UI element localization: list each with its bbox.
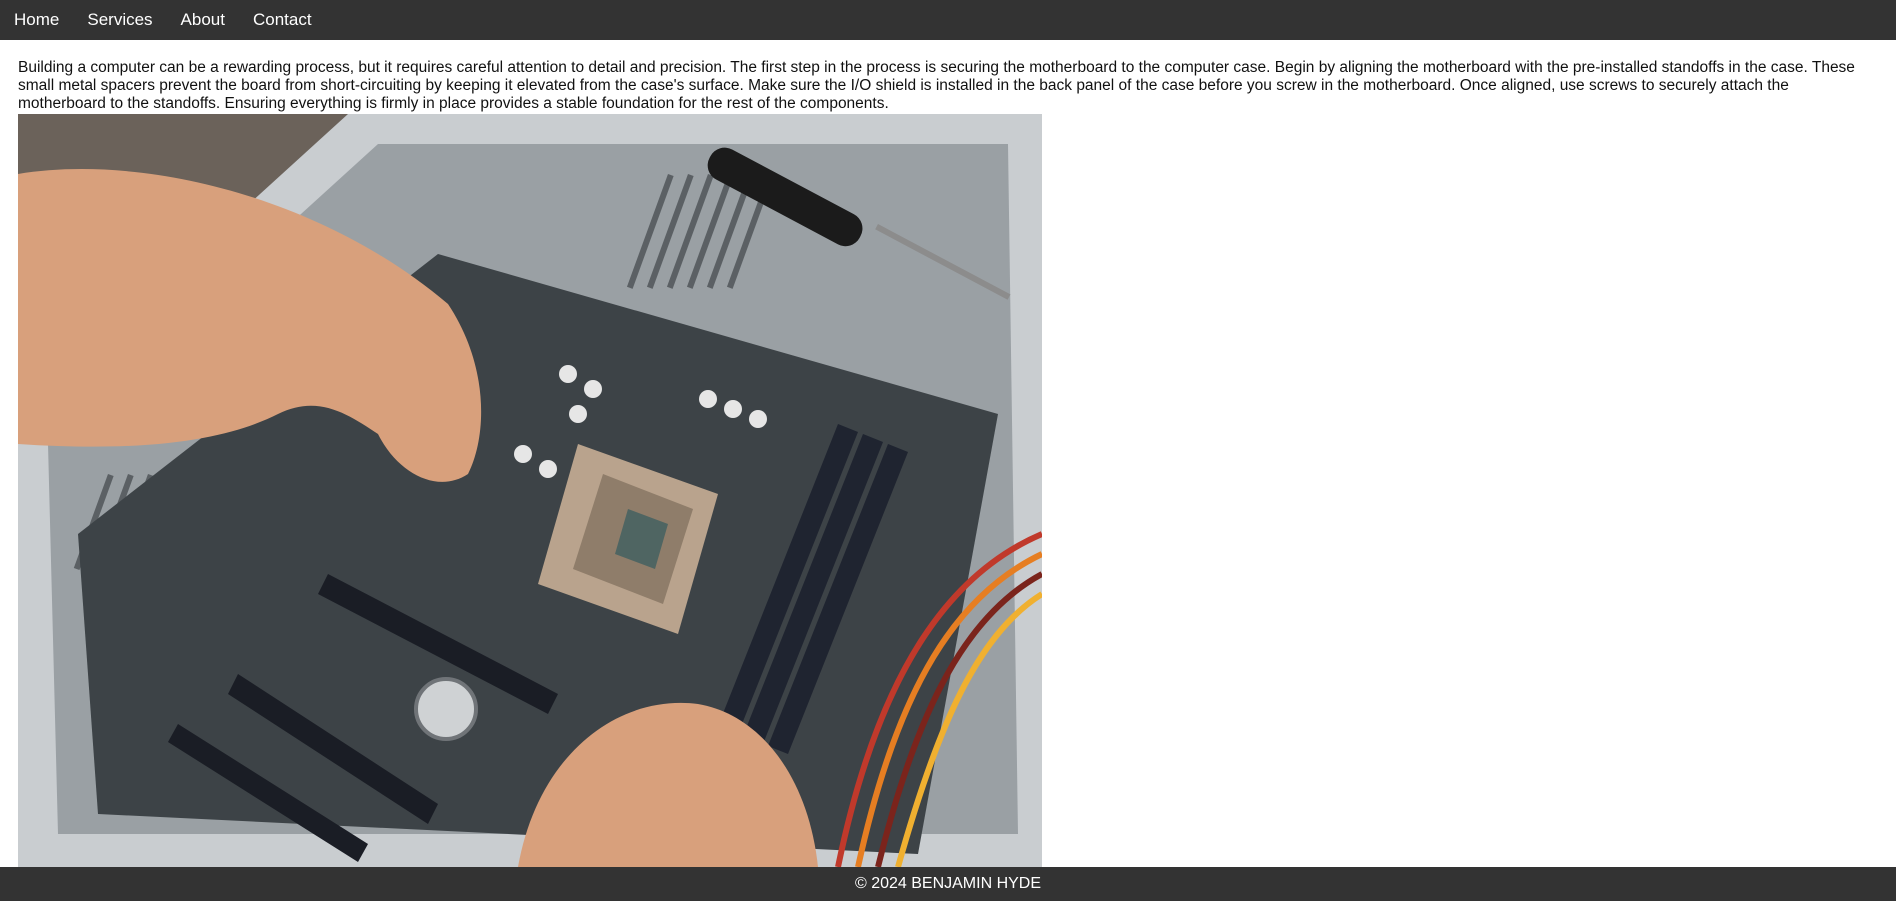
photo-illustration xyxy=(18,114,1042,867)
nav-link-contact[interactable]: Contact xyxy=(239,0,326,40)
main-content: Building a computer can be a rewarding p… xyxy=(18,59,1880,113)
nav-link-home[interactable]: Home xyxy=(0,0,73,40)
top-nav: Home Services About Contact xyxy=(0,0,1896,40)
nav-link-about[interactable]: About xyxy=(167,0,239,40)
copyright-text: © 2024 BENJAMIN HYDE xyxy=(854,875,1042,892)
intro-paragraph: Building a computer can be a rewarding p… xyxy=(18,59,1855,112)
nav-link-services[interactable]: Services xyxy=(73,0,166,40)
motherboard-installation-photo xyxy=(18,114,1042,867)
cmos-battery xyxy=(414,677,478,741)
site-footer: © 2024 BENJAMIN HYDE xyxy=(0,867,1896,901)
